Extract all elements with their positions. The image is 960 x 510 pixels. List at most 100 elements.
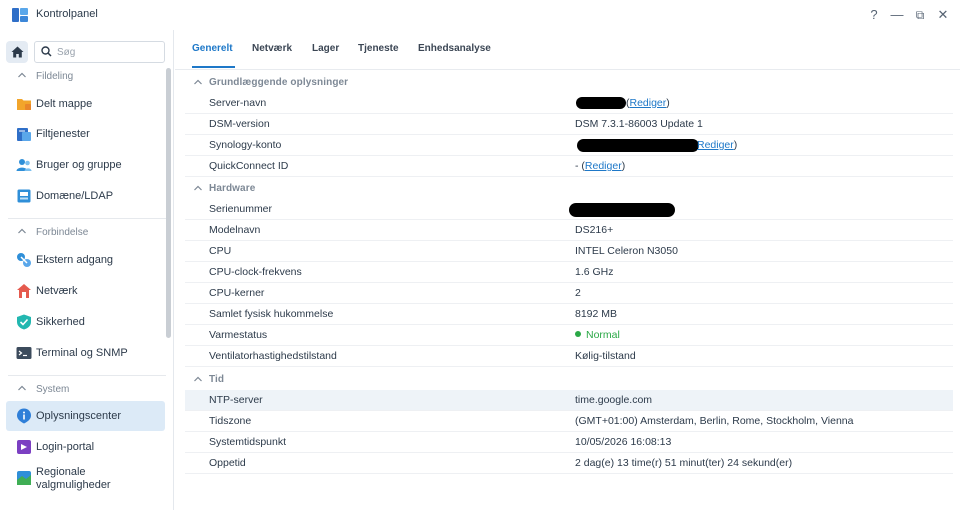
home-button[interactable]	[6, 41, 28, 63]
chevron-up-icon	[194, 376, 202, 382]
row-value: 8192 MB	[575, 308, 618, 320]
tab-enhedsanalyse[interactable]: Enhedsanalyse	[418, 43, 491, 54]
divider	[8, 375, 166, 376]
external-access-icon	[17, 253, 31, 267]
edit-account-link[interactable]: Rediger	[697, 139, 734, 151]
security-shield-icon	[17, 314, 31, 330]
redaction-mark	[576, 97, 626, 109]
sidebar-item-label: Sikkerhed	[36, 316, 85, 328]
help-icon[interactable]: ?	[865, 6, 883, 24]
section-header-fildeling[interactable]: Fildeling	[0, 66, 164, 88]
redaction-mark	[577, 139, 699, 152]
info-icon	[17, 408, 31, 424]
info-row-memory: Samlet fysisk hukommelse 8192 MB	[185, 304, 953, 325]
row-label: Tidszone	[209, 415, 252, 427]
row-label: DSM-version	[209, 118, 270, 130]
row-value: time.google.com	[575, 394, 653, 406]
row-label: Systemtidspunkt	[209, 436, 287, 448]
sidebar-item-label: Ekstern adgang	[36, 254, 114, 266]
sidebar-item-regionale-valgmuligheder[interactable]: Regionale valgmuligheder	[6, 463, 165, 493]
row-value: - (Rediger)	[575, 160, 625, 172]
row-value: (GMT+01:00) Amsterdam, Berlin, Rome, Sto…	[575, 415, 854, 427]
info-row-fan-mode: Ventilatorhastighedstilstand Kølig-tilst…	[185, 346, 953, 367]
terminal-icon	[16, 347, 32, 359]
sidebar-item-domaene-ldap[interactable]: Domæne/LDAP	[6, 181, 165, 211]
info-row-timezone: Tidszone (GMT+01:00) Amsterdam, Berlin, …	[185, 411, 953, 432]
minimize-icon[interactable]: —	[888, 6, 906, 24]
sidebar-item-bruger-og-gruppe[interactable]: Bruger og gruppe	[6, 150, 165, 180]
row-value: Kølig-tilstand	[575, 350, 636, 362]
section-header-forbindelse[interactable]: Forbindelse	[0, 222, 164, 244]
sidebar-item-delt-mappe[interactable]: Delt mappe	[6, 89, 165, 119]
status-ok-dot-icon	[575, 331, 581, 337]
chevron-up-icon	[18, 228, 26, 234]
users-icon	[16, 159, 32, 171]
restore-icon[interactable]: ⧉	[911, 6, 929, 24]
search-field[interactable]	[34, 41, 165, 63]
info-row-ntp-server: NTP-server time.google.com	[185, 390, 953, 411]
info-row-server-name: Server-navn (Rediger)	[185, 93, 953, 114]
tab-lager[interactable]: Lager	[312, 43, 339, 54]
sidebar-item-label: Oplysningscenter	[36, 410, 121, 422]
chevron-up-icon	[194, 185, 202, 191]
info-row-system-time: Systemtidspunkt 10/05/2026 16:08:13	[185, 432, 953, 453]
row-value: DS216+	[575, 224, 614, 236]
group-header-basic-info[interactable]: Grundlæggende oplysninger	[185, 72, 953, 93]
info-row-thermal-status: Varmestatus Normal	[185, 325, 953, 346]
row-value: (Rediger)	[626, 97, 670, 109]
section-header-system[interactable]: System	[0, 379, 164, 401]
row-value: Rediger)	[697, 139, 737, 151]
info-row-cpu: CPU INTEL Celeron N3050	[185, 241, 953, 262]
section-label: System	[36, 384, 70, 395]
edit-quickconnect-link[interactable]: Rediger	[585, 160, 622, 172]
sidebar-item-oplysningscenter[interactable]: Oplysningscenter	[6, 401, 165, 431]
sidebar-item-terminal-og-snmp[interactable]: Terminal og SNMP	[6, 338, 165, 368]
sidebar-item-label: Netværk	[36, 285, 78, 297]
domain-icon	[17, 189, 31, 203]
edit-server-name-link[interactable]: Rediger	[630, 97, 667, 109]
row-suffix: )	[733, 139, 738, 151]
row-label: Ventilatorhastighedstilstand	[209, 350, 337, 362]
tab-generelt[interactable]: Generelt	[192, 43, 233, 54]
active-tab-indicator	[192, 66, 235, 68]
row-suffix: )	[621, 160, 626, 172]
row-label: QuickConnect ID	[209, 160, 289, 172]
row-value: INTEL Celeron N3050	[575, 245, 678, 257]
divider	[8, 218, 166, 219]
row-label: CPU	[209, 245, 232, 257]
sidebar-item-label: Domæne/LDAP	[36, 190, 114, 202]
sidebar-scrollbar[interactable]	[166, 68, 171, 338]
redaction-mark	[569, 203, 675, 217]
group-title: Grundlæggende oplysninger	[209, 77, 349, 88]
info-row-cpu-cores: CPU-kerner 2	[185, 283, 953, 304]
chevron-up-icon	[18, 385, 26, 391]
section-label: Forbindelse	[36, 227, 89, 238]
sidebar-item-login-portal[interactable]: Login-portal	[6, 432, 165, 462]
control-panel-app-icon	[12, 8, 28, 22]
search-icon	[41, 46, 52, 57]
regional-icon	[17, 471, 31, 485]
info-row-cpu-clock: CPU-clock-frekvens 1.6 GHz	[185, 262, 953, 283]
group-header-time[interactable]: Tid	[185, 369, 953, 390]
row-label: Serienummer	[209, 203, 273, 215]
login-portal-icon	[17, 440, 31, 454]
row-label: NTP-server	[209, 394, 263, 406]
tab-tjeneste[interactable]: Tjeneste	[358, 43, 399, 54]
file-services-icon	[17, 128, 31, 141]
row-label: Synology-konto	[209, 139, 282, 151]
sidebar-item-netvaerk[interactable]: Netværk	[6, 276, 165, 306]
sidebar-item-label: Terminal og SNMP	[36, 347, 128, 359]
main-panel: Generelt Netværk Lager Tjeneste Enhedsan…	[175, 30, 960, 510]
group-title: Hardware	[209, 183, 256, 194]
group-header-hardware[interactable]: Hardware	[185, 178, 953, 199]
network-icon	[17, 284, 31, 298]
tab-netvaerk[interactable]: Netværk	[252, 43, 292, 54]
sidebar-item-ekstern-adgang[interactable]: Ekstern adgang	[6, 245, 165, 275]
sidebar-item-filtjenester[interactable]: Filtjenester	[6, 119, 165, 149]
sidebar-item-sikkerhed[interactable]: Sikkerhed	[6, 307, 165, 337]
close-icon[interactable]: ✕	[934, 6, 952, 24]
sidebar-item-label: Login-portal	[36, 441, 95, 453]
row-label: Modelnavn	[209, 224, 261, 236]
search-input[interactable]	[57, 44, 161, 60]
sidebar-item-label: Filtjenester	[36, 128, 90, 140]
